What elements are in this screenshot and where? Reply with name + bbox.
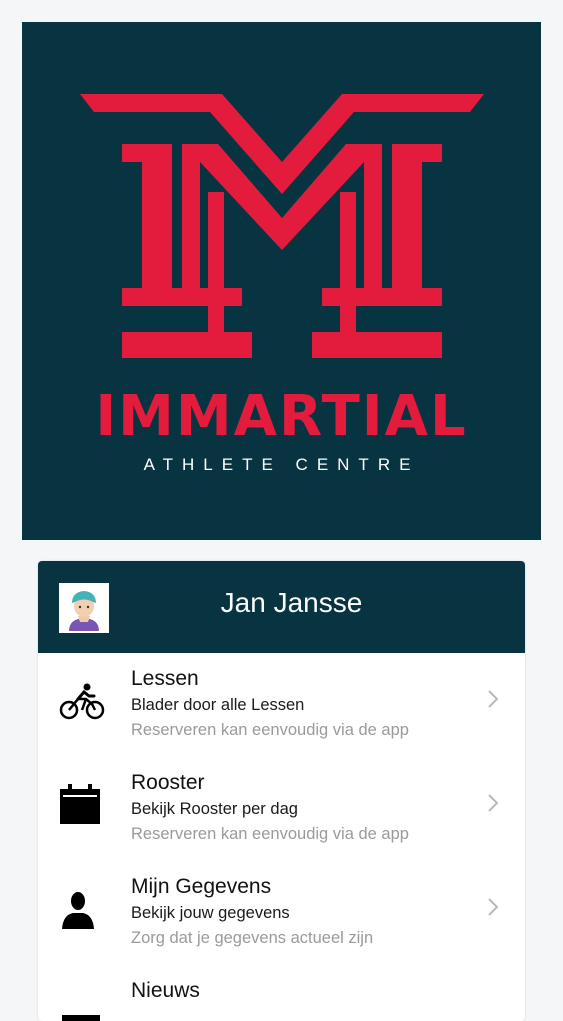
brand-tagline: ATHLETE CENTRE [143,455,420,474]
brand-name: IMMARTIAL [95,384,468,449]
menu-item-hint: Reserveren kan eenvoudig via de app [131,825,409,843]
user-name: Jan Jansse [220,587,363,618]
news-icon [58,989,106,1021]
menu-item-nieuws[interactable]: Nieuws [38,965,525,1021]
calendar-icon [58,781,106,829]
profile-header[interactable]: Jan Jansse [38,561,525,653]
menu-item-subtitle: Bekijk Rooster per dag [131,800,298,818]
menu-item-subtitle: Bekijk jouw gegevens [131,904,290,922]
person-icon [58,885,106,933]
menu-item-rooster[interactable]: Rooster Bekijk Rooster per dag Reservere… [38,757,525,861]
menu-item-title: Nieuws [131,979,200,1002]
user-avatar-icon[interactable] [59,583,109,633]
menu-card: Jan Jansse Lessen Blader door alle Lesse… [38,561,525,1021]
bicycle-icon [58,677,106,725]
chevron-right-icon [488,690,499,708]
menu-item-hint: Reserveren kan eenvoudig via de app [131,721,409,739]
menu-item-lessen[interactable]: Lessen Blader door alle Lessen Reservere… [38,653,525,757]
menu-item-title: Rooster [131,771,205,794]
menu-item-title: Mijn Gegevens [131,875,272,898]
menu-item-hint: Zorg dat je gegevens actueel zijn [131,929,374,947]
menu-item-subtitle: Blader door alle Lessen [131,696,305,714]
menu-item-mijn-gegevens[interactable]: Mijn Gegevens Bekijk jouw gegevens Zorg … [38,861,525,965]
chevron-right-icon [488,794,499,812]
menu-item-title: Lessen [131,667,199,690]
chevron-right-icon [488,898,499,916]
brand-logo: IMMARTIAL ATHLETE CENTRE [22,22,541,540]
